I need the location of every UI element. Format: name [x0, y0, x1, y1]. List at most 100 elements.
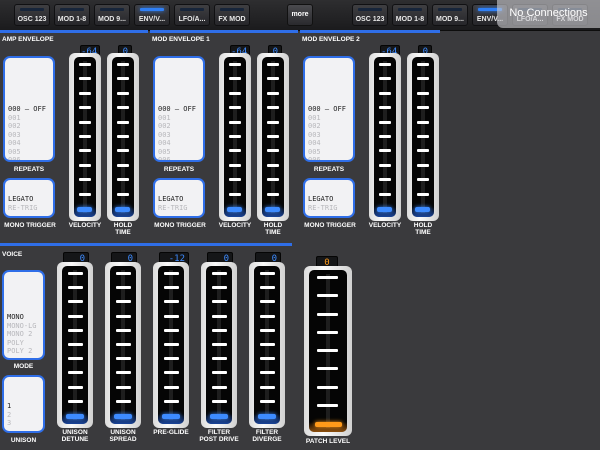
list-option[interactable]: LEGATO: [8, 195, 38, 204]
list-option[interactable]: 001: [308, 114, 346, 123]
list-option[interactable]: LEGATO: [308, 195, 338, 204]
tab-right_tabs-2[interactable]: MOD 9...: [432, 4, 468, 26]
list-option[interactable]: POLY: [7, 339, 37, 348]
slider-thumb[interactable]: [258, 414, 276, 419]
repeats-selector[interactable]: 000 — OFF 001 002 003 004 005 006: [3, 56, 55, 162]
list-option[interactable]: 004: [8, 139, 46, 148]
list-option[interactable]: 002: [308, 122, 346, 131]
slider-tick: [417, 77, 429, 80]
slider-thumb[interactable]: [162, 414, 180, 419]
more-button[interactable]: more: [287, 4, 313, 26]
list-option[interactable]: MONO 2: [7, 330, 37, 339]
list-option[interactable]: 003: [308, 131, 346, 140]
list-option[interactable]: 006: [8, 156, 46, 160]
velocity-slider[interactable]: [69, 53, 101, 221]
list-option[interactable]: MONO: [7, 313, 37, 322]
tab-indicator-light: [358, 8, 382, 11]
unison-selector[interactable]: 123: [2, 375, 45, 433]
hold-time-slider[interactable]: [407, 53, 439, 221]
tab-right_tabs-0[interactable]: OSC 123: [352, 4, 388, 26]
slider-thumb[interactable]: [210, 414, 228, 419]
voice-slider[interactable]: [105, 262, 141, 428]
voice-slider[interactable]: [249, 262, 285, 428]
list-option[interactable]: 3: [7, 419, 11, 428]
slider-thumb[interactable]: [377, 207, 392, 212]
slider-tick: [260, 272, 275, 275]
unison-options: 123: [7, 402, 11, 428]
list-option[interactable]: RE-TRIG: [8, 204, 38, 213]
list-option[interactable]: POLY 2: [7, 347, 37, 356]
list-option[interactable]: 000 — OFF: [158, 105, 196, 114]
mode-selector[interactable]: MONO MONO-LG MONO 2 POLY POLY 2: [2, 270, 45, 360]
slider-thumb[interactable]: [415, 207, 430, 212]
patch-level-label: PATCH LEVEL: [305, 438, 351, 445]
repeats-options: 000 — OFF 001 002 003 004 005 006: [308, 105, 346, 160]
list-option[interactable]: LEGATO: [158, 195, 188, 204]
list-option[interactable]: 006: [158, 156, 196, 160]
slider-thumb[interactable]: [66, 414, 84, 419]
mono-trigger-selector[interactable]: LEGATO RE-TRIG: [3, 178, 55, 218]
hold-time-slider[interactable]: [107, 53, 139, 221]
slider-tick: [116, 371, 131, 374]
slider-thumb[interactable]: [227, 207, 242, 212]
patch-level-slider[interactable]: [304, 266, 352, 436]
slider-track: [412, 57, 434, 217]
list-option[interactable]: 006: [308, 156, 346, 160]
list-option[interactable]: 002: [8, 122, 46, 131]
slider-tick: [212, 371, 227, 374]
tab-left_tabs-2[interactable]: MOD 9...: [94, 4, 130, 26]
tab-label: MOD 1-8: [57, 16, 87, 23]
tab-left_tabs-5[interactable]: FX MOD: [214, 4, 250, 26]
list-option[interactable]: MONO-LG: [7, 322, 37, 331]
slider-thumb[interactable]: [265, 207, 280, 212]
hold-time-label: HOLD TIME: [113, 222, 133, 236]
tab-left_tabs-0[interactable]: OSC 123: [14, 4, 50, 26]
velocity-slider[interactable]: [219, 53, 251, 221]
velocity-slider[interactable]: [369, 53, 401, 221]
list-option[interactable]: 002: [158, 122, 196, 131]
list-option[interactable]: RE-TRIG: [158, 204, 188, 213]
list-option[interactable]: 000 — OFF: [8, 105, 46, 114]
mono-trigger-selector[interactable]: LEGATO RE-TRIG: [153, 178, 205, 218]
repeats-selector[interactable]: 000 — OFF 001 002 003 004 005 006: [153, 56, 205, 162]
slider-tick: [229, 77, 241, 80]
slider-thumb[interactable]: [114, 414, 132, 419]
list-option[interactable]: 004: [308, 139, 346, 148]
list-option[interactable]: 001: [8, 114, 46, 123]
mono-trigger-label: MONO TRIGGER: [304, 222, 356, 229]
list-option[interactable]: 2: [7, 411, 11, 420]
voice-slider[interactable]: [201, 262, 237, 428]
list-option[interactable]: 001: [158, 114, 196, 123]
list-option[interactable]: 000 — OFF: [308, 105, 346, 114]
unison-label: UNISON: [10, 437, 37, 444]
slider-tick: [212, 286, 227, 289]
list-option[interactable]: 004: [158, 139, 196, 148]
list-option[interactable]: 005: [8, 148, 46, 157]
hold-time-slider[interactable]: [257, 53, 289, 221]
slider-tick: [164, 329, 179, 332]
slider-thumb[interactable]: [77, 207, 92, 212]
voice-slider[interactable]: [57, 262, 93, 428]
list-option[interactable]: RE-TRIG: [308, 204, 338, 213]
slider-tick: [212, 315, 227, 318]
slider-thumb[interactable]: [315, 422, 342, 427]
list-option[interactable]: 003: [158, 131, 196, 140]
repeats-options: 000 — OFF 001 002 003 004 005 006: [8, 105, 46, 160]
slider-thumb[interactable]: [115, 207, 130, 212]
slider-tick: [229, 149, 241, 152]
slider-tick: [68, 386, 83, 389]
repeats-selector[interactable]: 000 — OFF 001 002 003 004 005 006: [303, 56, 355, 162]
voice-slider[interactable]: [153, 262, 189, 428]
tab-indicator-light: [220, 8, 244, 11]
list-option[interactable]: 003: [8, 131, 46, 140]
slider-tick: [79, 77, 91, 80]
mono-trigger-selector[interactable]: LEGATO RE-TRIG: [303, 178, 355, 218]
tab-left_tabs-4[interactable]: LFO/A...: [174, 4, 210, 26]
tab-left_tabs-1[interactable]: MOD 1-8: [54, 4, 90, 26]
tab-right_tabs-1[interactable]: MOD 1-8: [392, 4, 428, 26]
list-option[interactable]: 005: [158, 148, 196, 157]
tab-left_tabs-3[interactable]: ENV/V...: [134, 4, 170, 26]
slider-tick: [116, 386, 131, 389]
list-option[interactable]: 1: [7, 402, 11, 411]
list-option[interactable]: 005: [308, 148, 346, 157]
